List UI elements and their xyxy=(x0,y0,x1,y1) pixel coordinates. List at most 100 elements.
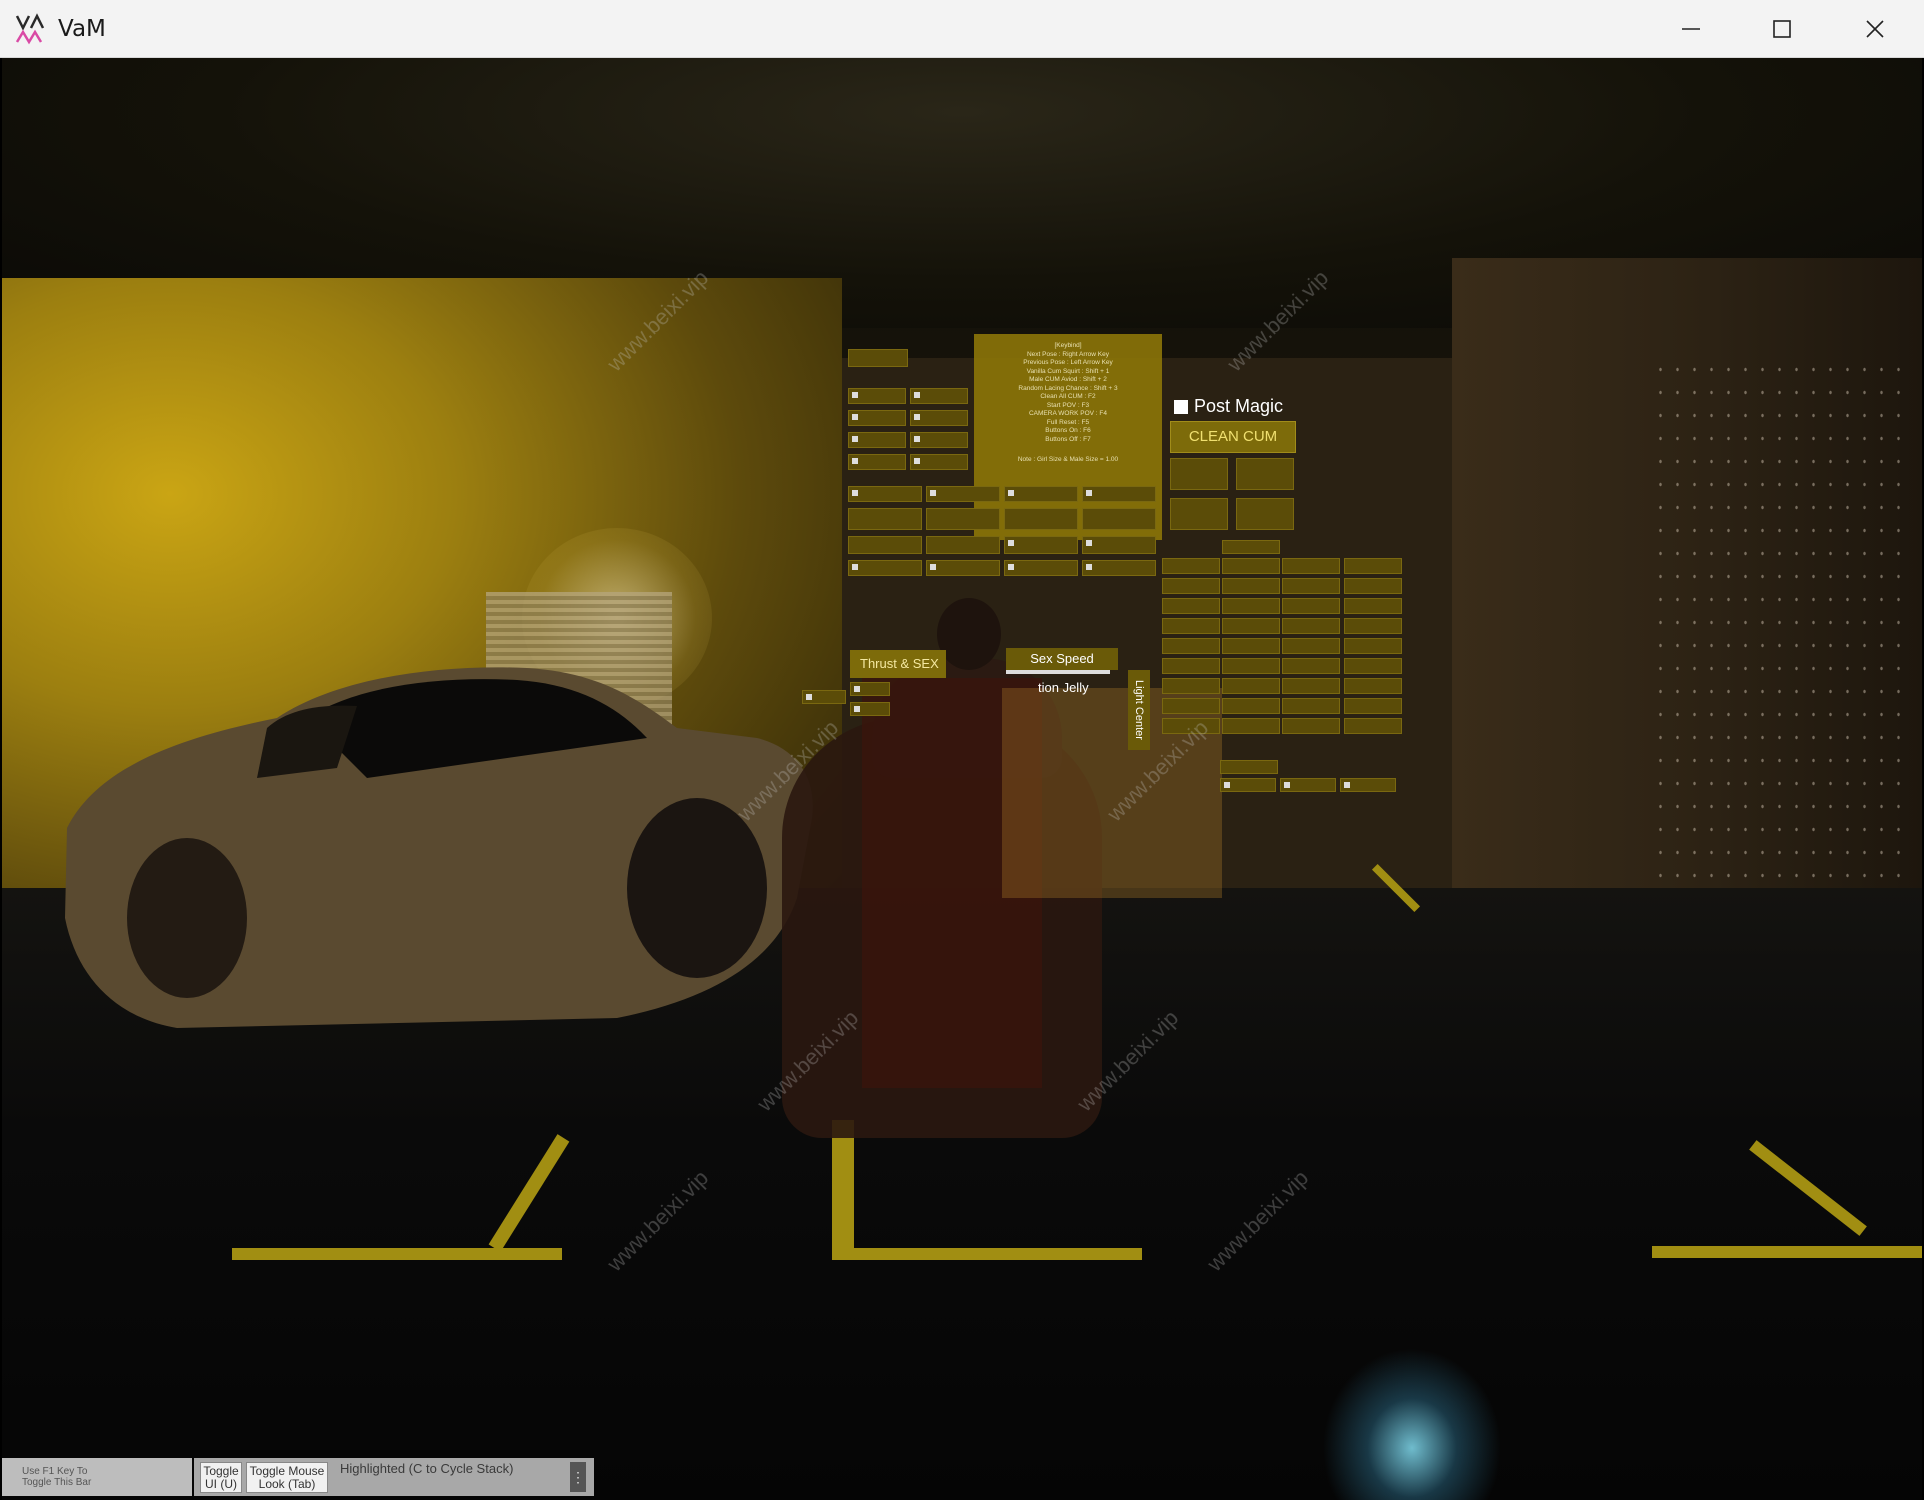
world-button[interactable] xyxy=(1282,718,1340,734)
world-toggle[interactable] xyxy=(848,560,922,576)
world-toggle[interactable] xyxy=(1004,560,1078,576)
world-button[interactable] xyxy=(1170,498,1228,530)
more-icon[interactable]: ⋮ xyxy=(570,1462,586,1492)
world-toggle[interactable] xyxy=(910,410,968,426)
world-button[interactable] xyxy=(1282,678,1340,694)
world-button[interactable] xyxy=(1344,698,1402,714)
world-button[interactable] xyxy=(1236,498,1294,530)
world-button[interactable] xyxy=(1282,578,1340,594)
keybind-line: Next Pose : Right Arrow Key xyxy=(1026,350,1109,358)
world-toggle[interactable] xyxy=(1220,778,1276,792)
world-toggle[interactable] xyxy=(848,486,922,502)
world-button[interactable] xyxy=(1344,638,1402,654)
world-button[interactable] xyxy=(1282,638,1340,654)
world-toggle[interactable] xyxy=(1280,778,1336,792)
world-button[interactable] xyxy=(1344,718,1402,734)
close-icon xyxy=(1866,20,1884,38)
world-toggle[interactable] xyxy=(1340,778,1396,792)
world-toggle[interactable] xyxy=(910,432,968,448)
world-button[interactable] xyxy=(848,536,922,554)
world-toggle[interactable] xyxy=(1082,536,1156,554)
keybind-line: Previous Pose : Left Arrow Key xyxy=(1023,359,1113,366)
world-button[interactable] xyxy=(1162,558,1220,574)
f1-hint-line: Toggle This Bar xyxy=(22,1477,92,1488)
world-button[interactable] xyxy=(1162,598,1220,614)
world-toggle[interactable] xyxy=(910,454,968,470)
toggle-mouse-look-button[interactable]: Toggle Mouse Look (Tab) xyxy=(246,1462,328,1493)
world-toggle[interactable] xyxy=(848,432,906,448)
world-toggle[interactable] xyxy=(850,682,890,696)
world-button[interactable] xyxy=(1344,678,1402,694)
world-button[interactable] xyxy=(1162,638,1220,654)
parking-line xyxy=(232,1248,562,1260)
world-toggle[interactable] xyxy=(802,690,846,704)
world-button[interactable] xyxy=(1004,508,1078,530)
toggle-ui-button[interactable]: Toggle UI (U) xyxy=(200,1462,242,1493)
vam-logo-icon xyxy=(15,13,45,45)
world-button[interactable] xyxy=(848,508,922,530)
world-button[interactable] xyxy=(1162,618,1220,634)
maximize-button[interactable] xyxy=(1747,0,1817,58)
scene-viewport[interactable]: [Keybind] Next Pose : Right Arrow Key Pr… xyxy=(2,58,1922,1500)
button-label: Look (Tab) xyxy=(258,1477,316,1491)
keybind-line: Male CUM Aviod : Shift + 2 xyxy=(1029,376,1107,383)
world-toggle[interactable] xyxy=(1082,486,1156,502)
world-button[interactable] xyxy=(1282,698,1340,714)
world-button[interactable] xyxy=(1282,618,1340,634)
button-label: UI (U) xyxy=(205,1477,237,1491)
world-button[interactable] xyxy=(1162,678,1220,694)
world-button[interactable] xyxy=(1282,658,1340,674)
world-toggle[interactable] xyxy=(850,702,890,716)
world-button[interactable] xyxy=(1344,658,1402,674)
light-center-label[interactable]: Light Center xyxy=(1128,670,1150,750)
world-button[interactable] xyxy=(1344,598,1402,614)
world-button[interactable] xyxy=(1082,508,1156,530)
world-button[interactable] xyxy=(1222,718,1280,734)
world-button[interactable] xyxy=(1222,618,1280,634)
world-button[interactable] xyxy=(1236,458,1294,490)
world-button[interactable] xyxy=(1222,558,1280,574)
world-toggle[interactable] xyxy=(848,454,906,470)
world-toggle[interactable] xyxy=(910,388,968,404)
world-button[interactable] xyxy=(926,508,1000,530)
keybind-line: CAMERA WORK POV : F4 xyxy=(1028,410,1107,417)
world-button[interactable] xyxy=(1282,598,1340,614)
thrust-button[interactable]: Thrust & SEX xyxy=(850,650,946,678)
world-button[interactable] xyxy=(1282,558,1340,574)
world-button[interactable] xyxy=(1222,658,1280,674)
world-button[interactable] xyxy=(1220,760,1278,774)
world-button[interactable] xyxy=(1222,578,1280,594)
world-button[interactable] xyxy=(1162,698,1220,714)
keybind-line: Random Lacing Chance : Shift + 3 xyxy=(1018,384,1118,392)
world-button[interactable] xyxy=(1222,678,1280,694)
world-button[interactable] xyxy=(1162,578,1220,594)
world-toggle[interactable] xyxy=(848,410,906,426)
world-button[interactable] xyxy=(1222,638,1280,654)
post-magic-label: Post Magic xyxy=(1194,396,1284,416)
world-toggle[interactable] xyxy=(848,388,906,404)
world-button[interactable] xyxy=(1162,658,1220,674)
world-button[interactable] xyxy=(1170,458,1228,490)
world-button[interactable] xyxy=(926,536,1000,554)
post-magic-checkbox[interactable] xyxy=(1174,400,1188,414)
world-toggle[interactable] xyxy=(926,486,1000,502)
maximize-icon xyxy=(1773,20,1791,38)
world-toggle[interactable] xyxy=(1082,560,1156,576)
world-button[interactable] xyxy=(1222,698,1280,714)
keybind-line: Note : Girl Size & Male Size = 1.00 xyxy=(1017,456,1119,463)
minimize-button[interactable] xyxy=(1656,0,1726,58)
world-button[interactable] xyxy=(1222,598,1280,614)
world-button[interactable] xyxy=(1222,540,1280,554)
speed-slider[interactable] xyxy=(1006,670,1110,674)
world-toggle[interactable] xyxy=(1004,536,1078,554)
world-button[interactable] xyxy=(1344,618,1402,634)
keybind-heading: [Keybind] xyxy=(1054,342,1082,349)
world-button[interactable] xyxy=(1344,578,1402,594)
world-button[interactable] xyxy=(848,349,908,367)
world-toggle[interactable] xyxy=(1004,486,1078,502)
clean-button[interactable]: CLEAN CUM xyxy=(1170,421,1296,453)
close-button[interactable] xyxy=(1840,0,1910,58)
parking-line xyxy=(832,1248,1142,1260)
world-button[interactable] xyxy=(1344,558,1402,574)
world-toggle[interactable] xyxy=(926,560,1000,576)
